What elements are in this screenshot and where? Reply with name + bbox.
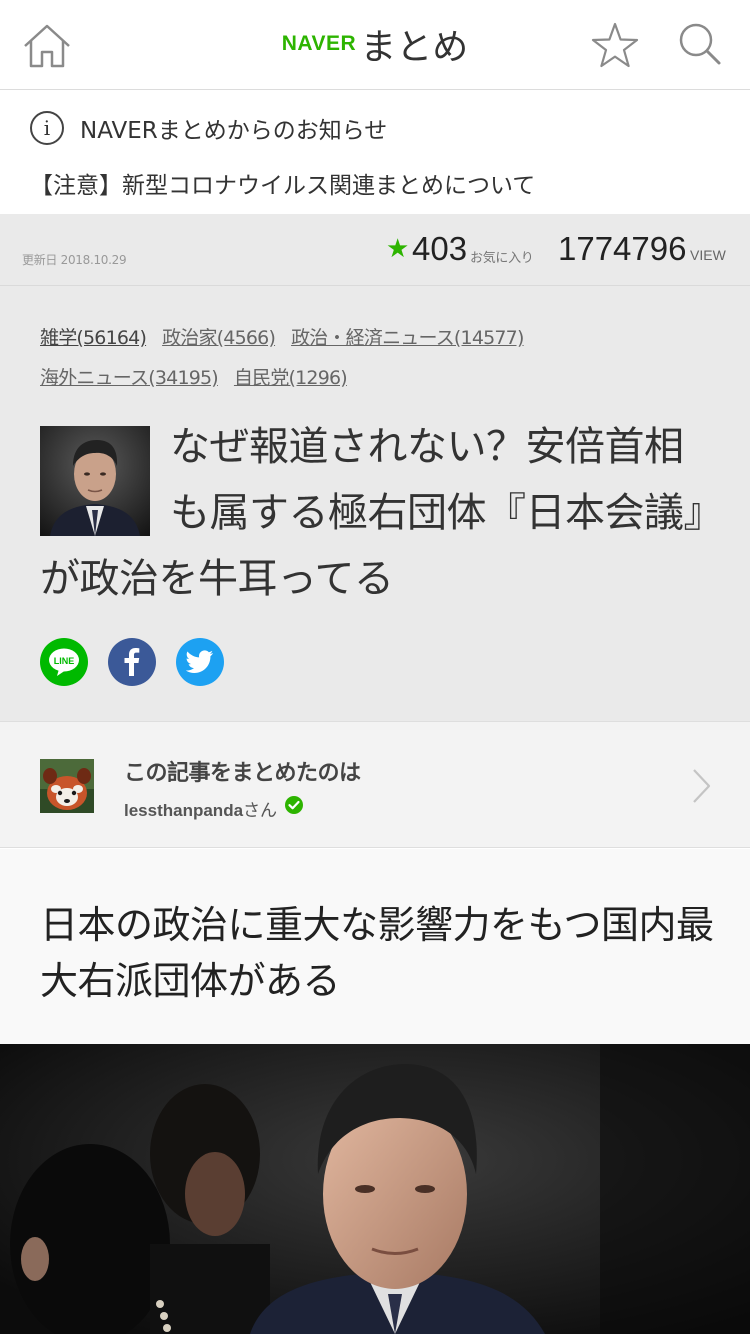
favorite-star-icon: ★ bbox=[386, 234, 410, 264]
logo-naver-text: NAVER bbox=[281, 32, 357, 55]
search-icon bbox=[679, 23, 721, 65]
verified-icon bbox=[285, 796, 303, 814]
share-buttons: LINE bbox=[40, 638, 244, 686]
author-panel[interactable]: この記事をまとめたのは lessthanpandaさん bbox=[0, 721, 750, 848]
share-line-button[interactable]: LINE bbox=[40, 638, 88, 686]
star-icon bbox=[591, 22, 639, 68]
updated-date: 更新日 2018.10.29 bbox=[22, 253, 127, 267]
chevron-right-icon bbox=[693, 769, 711, 803]
favorite-label: お気に入り bbox=[470, 251, 534, 266]
view-count: 1774796 bbox=[558, 230, 687, 267]
article-thumbnail bbox=[40, 426, 150, 536]
logo-matome-text: まとめ bbox=[360, 27, 469, 68]
line-label: LINE bbox=[54, 656, 75, 666]
author-heading: この記事をまとめたのは bbox=[124, 761, 361, 786]
notice-link[interactable]: 【注意】新型コロナウイルス関連まとめについて bbox=[30, 166, 535, 200]
view-label: VIEW bbox=[690, 247, 726, 263]
favorite-count: 403 bbox=[412, 230, 468, 267]
top-header: NAVER まとめ bbox=[0, 0, 750, 90]
stats-bar: 更新日 2018.10.29 ★ 403 お気に入り 1774796 VIEW bbox=[0, 214, 750, 286]
author-username: lessthanpanda bbox=[124, 801, 244, 820]
twitter-icon bbox=[186, 650, 213, 673]
notice-header: i NAVERまとめからのお知らせ bbox=[30, 110, 387, 146]
share-facebook-button[interactable] bbox=[108, 638, 156, 686]
article-header: 雑学(56164) 政治家(4566) 政治・経済ニュース(14577) 海外ニュース… bbox=[0, 286, 750, 721]
search-button[interactable] bbox=[674, 18, 728, 70]
share-twitter-button[interactable] bbox=[176, 638, 224, 686]
notice-panel: i NAVERまとめからのお知らせ 【注意】新型コロナウイルス関連まとめについて bbox=[0, 91, 750, 214]
article-photo[interactable] bbox=[0, 1044, 750, 1334]
info-icon: i bbox=[30, 111, 64, 145]
tag-link[interactable]: 自民党(1296) bbox=[234, 358, 348, 398]
author-name[interactable]: lessthanpandaさん bbox=[124, 796, 277, 821]
tag-list: 雑学(56164) 政治家(4566) 政治・経済ニュース(14577) 海外ニュース… bbox=[40, 318, 720, 398]
avatar[interactable] bbox=[40, 759, 94, 813]
content-section: 日本の政治に重大な影響力をもつ国内最大右派団体がある bbox=[0, 849, 750, 1044]
tag-link[interactable]: 政治・経済ニュース(14577) bbox=[291, 318, 524, 358]
tag-link[interactable]: 海外ニュース(34195) bbox=[40, 358, 219, 398]
tag-link[interactable]: 雑学(56164) bbox=[40, 318, 147, 358]
line-icon: LINE bbox=[49, 648, 79, 676]
author-suffix: さん bbox=[243, 801, 278, 821]
tag-link[interactable]: 政治家(4566) bbox=[162, 318, 276, 358]
notice-title: NAVERまとめからのお知らせ bbox=[80, 118, 388, 144]
section-heading: 日本の政治に重大な影響力をもつ国内最大右派団体がある bbox=[40, 903, 714, 1003]
favorite-button[interactable] bbox=[588, 20, 642, 72]
facebook-icon bbox=[124, 648, 140, 676]
